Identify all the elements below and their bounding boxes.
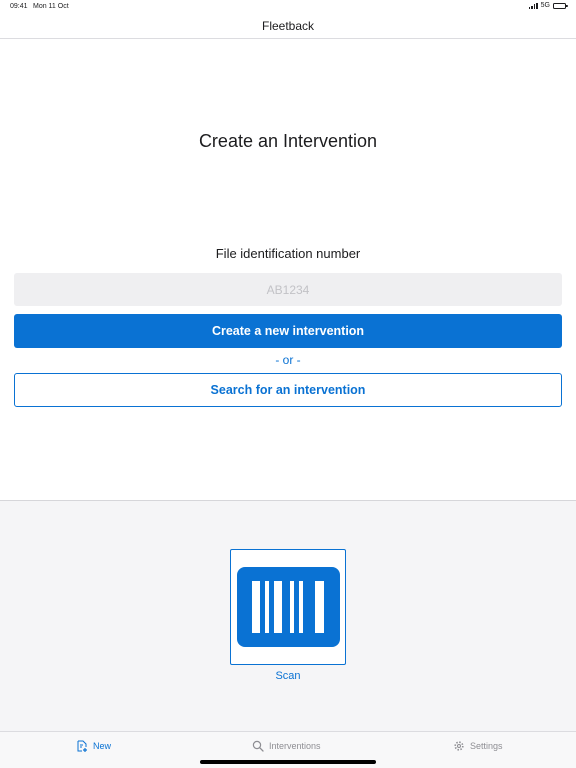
tab-new[interactable]: New — [76, 740, 111, 752]
scan-panel: Scan — [0, 500, 576, 731]
new-document-icon — [77, 740, 87, 752]
home-indicator[interactable] — [200, 760, 376, 764]
tab-settings-label: Settings — [470, 741, 503, 751]
network-type: 5G — [540, 2, 550, 9]
search-intervention-button[interactable]: Search for an intervention — [14, 373, 562, 407]
gear-icon — [454, 741, 464, 751]
status-indicators: 5G — [528, 2, 568, 9]
tab-settings[interactable]: Settings — [453, 740, 503, 752]
tab-interventions[interactable]: Interventions — [252, 740, 321, 752]
file-id-label: File identification number — [215, 246, 361, 261]
or-separator: - or - — [275, 353, 301, 367]
search-icon — [252, 740, 264, 752]
status-date: Mon 11 Oct — [33, 3, 69, 10]
barcode-icon — [237, 567, 340, 647]
tab-new-label: New — [93, 741, 112, 751]
nav-bar: Fleetback — [0, 14, 576, 39]
signal-icon — [528, 2, 538, 9]
status-time: 09:41 — [10, 3, 28, 10]
app-title: Fleetback — [261, 19, 315, 33]
page-title: Create an Intervention — [198, 131, 378, 151]
battery-icon — [553, 2, 568, 9]
create-intervention-button[interactable]: Create a new intervention — [14, 314, 562, 348]
file-id-input[interactable] — [14, 273, 562, 306]
scan-button[interactable] — [230, 549, 346, 665]
status-bar: 09:41 Mon 11 Oct 5G — [0, 0, 576, 14]
tab-interventions-label: Interventions — [269, 741, 321, 751]
tab-bar: New Interventions Settings — [0, 731, 576, 768]
scan-label[interactable]: Scan — [0, 670, 576, 682]
